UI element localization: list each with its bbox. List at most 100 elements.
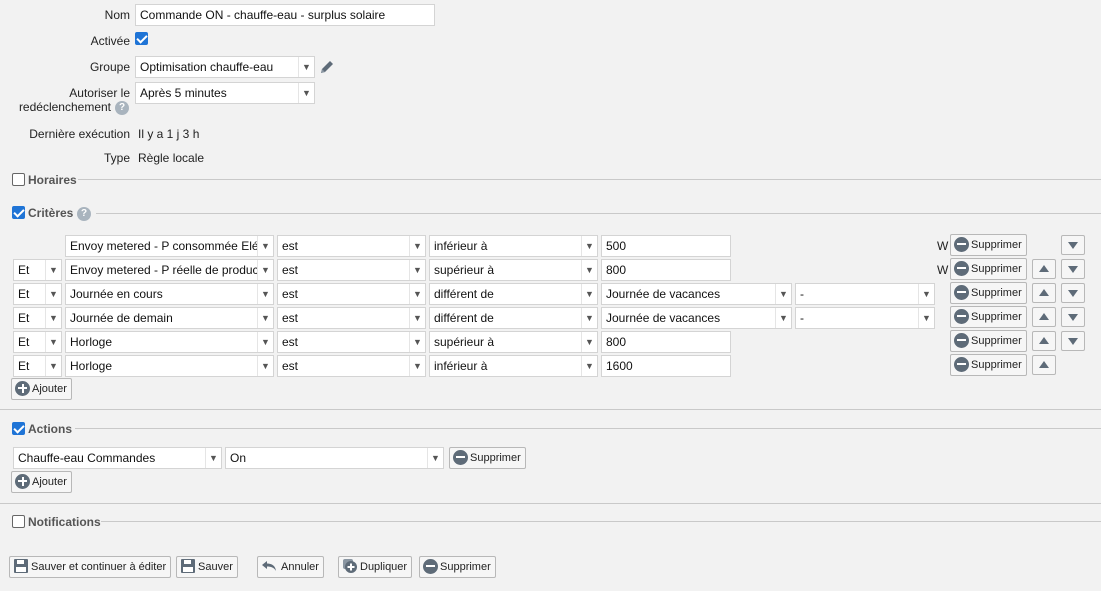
cancel-button[interactable]: Annuler <box>257 556 324 578</box>
criterion-delete-button[interactable]: Supprimer <box>950 282 1027 304</box>
criterion-operator-value: supérieur à <box>434 335 495 349</box>
criterion-operator-select[interactable]: différent de ▼ <box>429 307 598 329</box>
name-input[interactable]: Commande ON - chauffe-eau - surplus sola… <box>135 4 435 26</box>
criterion-device-select[interactable]: Envoy metered - P réelle de produc ▼ <box>65 259 274 281</box>
criterion-device-select[interactable]: Envoy metered - P consommée Elé ▼ <box>65 235 274 257</box>
move-down-button[interactable] <box>1061 307 1085 327</box>
criterion-conjunction-select[interactable]: Et ▼ <box>13 331 62 353</box>
criterion-device-select[interactable]: Journée de demain ▼ <box>65 307 274 329</box>
move-up-button[interactable] <box>1032 283 1056 303</box>
criterion-conjunction-value: Et <box>18 287 30 301</box>
actions-checkbox[interactable] <box>12 422 25 435</box>
criterion-value-select[interactable]: Journée de vacances ▼ <box>601 283 792 305</box>
criterion-verb-select[interactable]: est ▼ <box>277 235 426 257</box>
criterion-conjunction-select[interactable]: Et ▼ <box>13 259 62 281</box>
notifications-checkbox[interactable] <box>12 515 25 528</box>
actions-section-title: Actions <box>28 422 73 436</box>
help-icon[interactable]: ? <box>77 207 91 221</box>
delete-button-label: Supprimer <box>470 452 521 464</box>
criterion-device-value: Journée de demain <box>70 311 173 325</box>
criterion-verb-select[interactable]: est ▼ <box>277 283 426 305</box>
criterion-delete-button[interactable]: Supprimer <box>950 306 1027 328</box>
criterion-value-value: Journée de vacances <box>606 287 721 301</box>
criterion-value-input[interactable]: 800 <box>601 259 731 281</box>
retrigger-select-value: Après 5 minutes <box>140 86 227 100</box>
add-action-button[interactable]: Ajouter <box>11 471 72 493</box>
criterion-conjunction-select[interactable]: Et ▼ <box>13 283 62 305</box>
chevron-down-icon: ▼ <box>581 308 597 328</box>
chevron-down-icon: ▼ <box>257 356 273 376</box>
duplicate-button[interactable]: Dupliquer <box>338 556 413 578</box>
criterion-device-value: Envoy metered - P consommée Elé <box>70 239 259 253</box>
delete-button-label: Supprimer <box>971 239 1022 251</box>
criterion-operator-select[interactable]: supérieur à ▼ <box>429 331 598 353</box>
save-label: Sauver <box>198 561 233 573</box>
move-down-button[interactable] <box>1061 331 1085 351</box>
move-down-button[interactable] <box>1061 235 1085 255</box>
edit-pencil-icon[interactable] <box>319 59 335 75</box>
criterion-value-value: Journée de vacances <box>606 311 721 325</box>
criterion-delete-button[interactable]: Supprimer <box>950 354 1027 376</box>
chevron-down-icon: ▼ <box>581 356 597 376</box>
criteria-checkbox[interactable] <box>12 206 25 219</box>
criterion-conjunction-select[interactable]: Et ▼ <box>13 307 62 329</box>
move-up-button[interactable] <box>1032 259 1056 279</box>
criterion-conjunction-select[interactable]: Et ▼ <box>13 355 62 377</box>
move-down-button[interactable] <box>1061 283 1085 303</box>
action-delete-button[interactable]: Supprimer <box>449 447 526 469</box>
retrigger-select[interactable]: Après 5 minutes ▼ <box>135 82 315 104</box>
enabled-checkbox[interactable] <box>135 32 148 45</box>
floppy-disk-icon <box>14 559 28 574</box>
criterion-extra-select[interactable]: - ▼ <box>795 307 935 329</box>
criterion-delete-button[interactable]: Supprimer <box>950 258 1027 280</box>
criterion-verb-value: est <box>282 239 299 253</box>
chevron-down-icon: ▼ <box>45 308 61 328</box>
criterion-verb-select[interactable]: est ▼ <box>277 307 426 329</box>
minus-circle-icon <box>453 449 468 465</box>
criterion-verb-select[interactable]: est ▼ <box>277 355 426 377</box>
criterion-verb-select[interactable]: est ▼ <box>277 331 426 353</box>
chevron-down-icon: ▼ <box>257 332 273 352</box>
save-button[interactable]: Sauver <box>176 556 238 578</box>
criterion-value-input[interactable]: 500 <box>601 235 731 257</box>
group-select-value: Optimisation chauffe-eau <box>140 60 274 74</box>
add-criterion-button[interactable]: Ajouter <box>11 378 72 400</box>
criterion-unit: W <box>937 239 949 253</box>
notifications-section-title: Notifications <box>28 515 101 529</box>
criterion-device-select[interactable]: Horloge ▼ <box>65 355 274 377</box>
action-command-select[interactable]: On ▼ <box>225 447 444 469</box>
minus-circle-icon <box>954 308 969 324</box>
criterion-operator-select[interactable]: supérieur à ▼ <box>429 259 598 281</box>
minus-circle-icon <box>954 236 969 252</box>
criterion-value-input[interactable]: 1600 <box>601 355 731 377</box>
plus-circle-icon <box>15 380 30 396</box>
criterion-operator-select[interactable]: inférieur à ▼ <box>429 235 598 257</box>
criterion-value-input[interactable]: 800 <box>601 331 731 353</box>
criterion-operator-select[interactable]: inférieur à ▼ <box>429 355 598 377</box>
plus-circle-icon <box>15 473 30 489</box>
move-up-button[interactable] <box>1032 307 1056 327</box>
save-and-continue-button[interactable]: Sauver et continuer à éditer <box>9 556 172 578</box>
chevron-down-icon: ▼ <box>45 332 61 352</box>
group-select[interactable]: Optimisation chauffe-eau ▼ <box>135 56 315 78</box>
criterion-extra-select[interactable]: - ▼ <box>795 283 935 305</box>
move-up-button[interactable] <box>1032 355 1056 375</box>
criterion-device-select[interactable]: Journée en cours ▼ <box>65 283 274 305</box>
criterion-delete-button[interactable]: Supprimer <box>950 330 1027 352</box>
criterion-value-select[interactable]: Journée de vacances ▼ <box>601 307 792 329</box>
criterion-delete-button[interactable]: Supprimer <box>950 234 1027 256</box>
cancel-label: Annuler <box>281 561 319 573</box>
action-device-select[interactable]: Chauffe-eau Commandes ▼ <box>13 447 222 469</box>
criterion-verb-value: est <box>282 263 299 277</box>
criterion-verb-select[interactable]: est ▼ <box>277 259 426 281</box>
criterion-conjunction-value: Et <box>18 311 30 325</box>
schedules-checkbox[interactable] <box>12 173 25 186</box>
criterion-device-select[interactable]: Horloge ▼ <box>65 331 274 353</box>
help-icon[interactable]: ? <box>115 101 129 115</box>
move-down-button[interactable] <box>1061 259 1085 279</box>
delete-button-label: Supprimer <box>971 359 1022 371</box>
delete-rule-button[interactable]: Supprimer <box>419 556 496 578</box>
move-up-button[interactable] <box>1032 331 1056 351</box>
criterion-operator-select[interactable]: différent de ▼ <box>429 283 598 305</box>
criterion-operator-value: différent de <box>434 311 494 325</box>
